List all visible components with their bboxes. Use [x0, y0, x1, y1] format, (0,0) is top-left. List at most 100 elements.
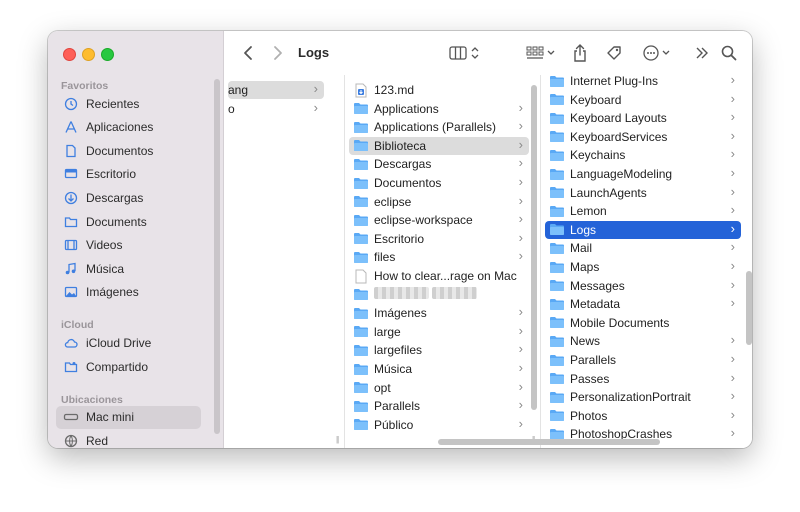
folder-item[interactable] [349, 286, 529, 304]
search-button[interactable] [718, 43, 740, 63]
action-button[interactable] [640, 43, 672, 63]
sidebar-item-compartido[interactable]: Compartido [56, 355, 201, 378]
folder-icon [354, 344, 368, 356]
folder-item[interactable]: Público › [349, 416, 529, 434]
folder-item[interactable]: Mail › [545, 239, 741, 257]
folder-icon [353, 195, 369, 209]
folder-item[interactable]: Logs › [545, 220, 741, 239]
item-label: 123.md [374, 83, 415, 97]
sidebar-item-aplicaciones[interactable]: Aplicaciones [56, 116, 201, 139]
folder-item[interactable]: eclipse › [349, 193, 529, 211]
sidebar-scrollbar[interactable] [214, 79, 220, 434]
forward-button[interactable] [268, 43, 288, 63]
column-2-scrollbar[interactable] [531, 85, 537, 410]
chevron-right-icon: › [518, 99, 523, 115]
column-resize-handle[interactable]: || [336, 435, 339, 444]
folder-item[interactable]: LaunchAgents › [545, 184, 741, 202]
share-icon [574, 44, 586, 62]
folder-item[interactable]: Metadata › [545, 295, 741, 313]
back-button[interactable] [238, 43, 258, 63]
folder-item[interactable]: News › [545, 332, 741, 350]
chevron-right-icon: › [730, 276, 735, 292]
item-label: PersonalizationPortrait [570, 390, 691, 405]
folder-item[interactable]: 123.md [349, 81, 529, 99]
sidebar-item-icloud-drive[interactable]: iCloud Drive [56, 331, 201, 354]
column-1-item[interactable]: o › [228, 100, 324, 118]
folder-icon [549, 241, 565, 255]
folder-item[interactable]: Applications (Parallels) › [349, 118, 529, 136]
sidebar-item-m-sica[interactable]: Música [56, 257, 201, 280]
folder-item[interactable]: large › [349, 323, 529, 341]
column-2: || 123.mdApplications›Applications (Para… [345, 75, 541, 448]
sidebar-item-escritorio[interactable]: Escritorio [56, 163, 201, 186]
document-icon [61, 144, 81, 158]
folder-item[interactable]: Imágenes › [349, 304, 529, 322]
sidebar: Favoritos Recientes Aplicaciones Documentos… [48, 31, 224, 448]
folder-icon [549, 130, 565, 144]
folder-item[interactable]: KeyboardServices › [545, 128, 741, 146]
folder-icon [353, 139, 369, 153]
folder-item[interactable]: Parallels › [545, 351, 741, 369]
minimize-button[interactable] [82, 48, 95, 61]
item-label: Mail [570, 241, 593, 256]
sidebar-item-documentos[interactable]: Documentos [56, 139, 201, 162]
folder-item[interactable]: Keyboard Layouts › [545, 109, 741, 127]
view-mode-button[interactable] [446, 43, 482, 63]
folder-item[interactable]: eclipse-workspace › [349, 211, 529, 229]
sidebar-item-documents[interactable]: Documents [56, 210, 201, 233]
chevron-right-icon: › [730, 127, 735, 143]
folder-item[interactable]: files › [349, 248, 529, 266]
folder-item[interactable]: Parallels › [349, 397, 529, 415]
folder-item[interactable]: LanguageModeling › [545, 165, 741, 183]
column-1-item[interactable]: ang › [228, 81, 324, 99]
share-button[interactable] [570, 43, 590, 63]
folder-item[interactable]: Lemon › [545, 202, 741, 220]
folder-item[interactable]: Maps › [545, 258, 741, 276]
sidebar-item-im-genes[interactable]: Imágenes [56, 281, 201, 304]
item-label: Maps [570, 260, 600, 274]
zoom-button[interactable] [101, 48, 114, 61]
horizontal-scrollbar[interactable] [438, 439, 660, 445]
folder-item[interactable]: opt › [349, 379, 529, 397]
column-3-scrollbar[interactable] [746, 271, 752, 345]
folder-item[interactable]: largefiles › [349, 341, 529, 359]
chevron-right-icon: › [518, 192, 523, 208]
folder-item[interactable]: Escritorio › [349, 230, 529, 248]
folder-item[interactable]: Messages › [545, 277, 741, 295]
item-label: How to clear...rage on Mac [374, 269, 517, 283]
folder-item[interactable]: Descargas › [349, 155, 529, 173]
chevron-right-icon: › [518, 378, 523, 394]
chevron-right-icon: › [518, 304, 523, 320]
item-label: Música [374, 362, 413, 376]
folder-item[interactable]: Internet Plug-Ins › [545, 75, 741, 90]
folder-item[interactable]: Keychains › [545, 146, 741, 164]
sidebar-item-mac-mini[interactable]: Mac mini [56, 405, 201, 429]
folder-item[interactable]: Biblioteca › [349, 136, 529, 155]
close-button[interactable] [63, 48, 76, 61]
folder-item[interactable]: Mobile Documents [545, 314, 741, 332]
folder-item[interactable]: Passes › [545, 370, 741, 388]
folder-item[interactable]: Photos › [545, 407, 741, 425]
folder-item[interactable]: How to clear...rage on Mac [349, 267, 529, 285]
chevron-right-icon: › [730, 239, 735, 255]
folder-item[interactable]: Applications › [349, 100, 529, 118]
folder-icon [353, 232, 369, 246]
columns-view-icon [449, 46, 467, 60]
sidebar-item-label: Documentos [86, 143, 154, 158]
sidebar-item-recientes[interactable]: Recientes [56, 92, 201, 115]
folder-icon [549, 390, 565, 404]
sidebar-item-red[interactable]: Red [56, 429, 201, 448]
folder-icon [354, 289, 368, 301]
chevron-left-icon [244, 46, 252, 60]
folder-item[interactable]: PersonalizationPortrait › [545, 388, 741, 406]
sidebar-item-descargas[interactable]: Descargas [56, 186, 201, 209]
folder-icon [549, 204, 565, 218]
folder-item[interactable]: Música › [349, 360, 529, 378]
computer-icon [61, 410, 81, 424]
group-button[interactable] [524, 43, 556, 63]
toolbar-overflow-button[interactable] [692, 43, 712, 63]
folder-item[interactable]: Keyboard › [545, 91, 741, 109]
tag-button[interactable] [604, 43, 624, 63]
folder-item[interactable]: Documentos › [349, 174, 529, 192]
sidebar-item-videos[interactable]: Videos [56, 234, 201, 257]
